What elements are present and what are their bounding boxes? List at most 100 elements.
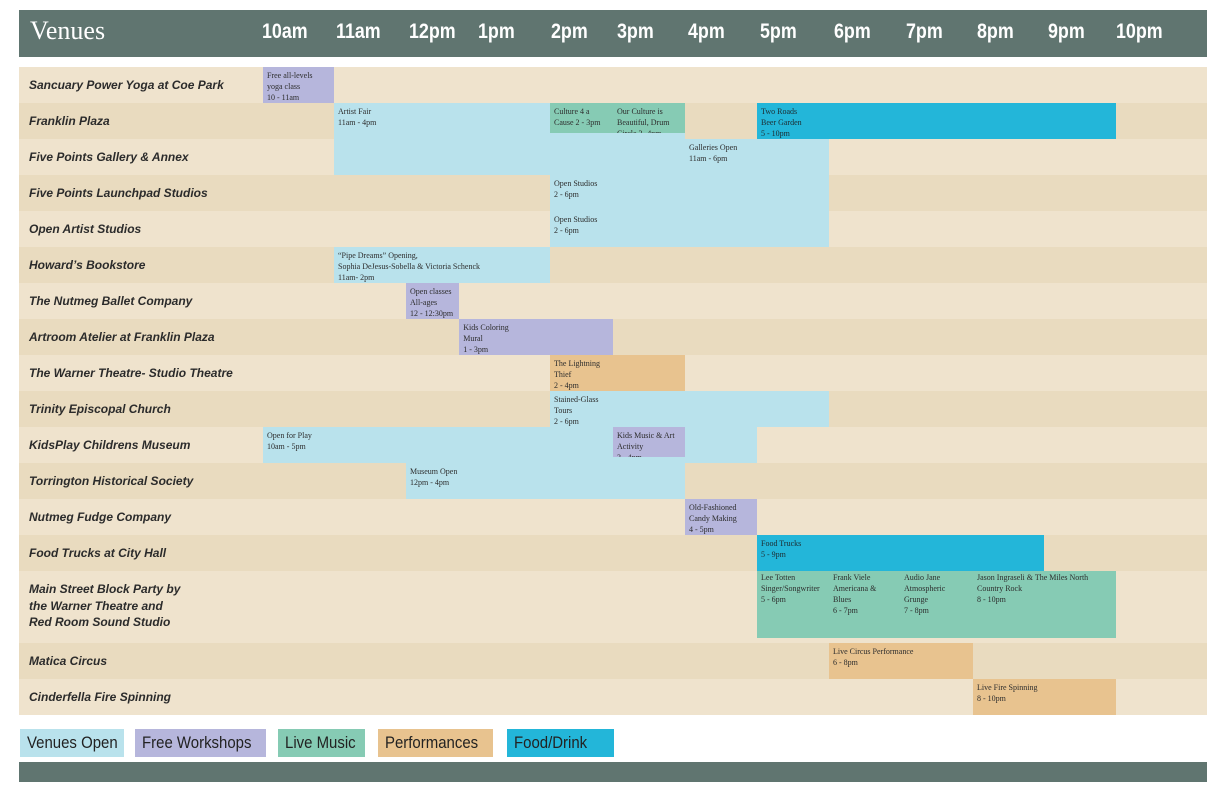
venue-name: The Warner Theatre- Studio Theatre [29, 365, 233, 382]
event-text: 12pm - 4pm [410, 478, 450, 487]
venue-row: The Lightning Thief 2 - 4pm The Warner Thea… [19, 355, 1207, 391]
venue-name-line: Trinity Episcopal Church [29, 402, 171, 416]
legend-label: Free Workshops [142, 733, 252, 752]
event-text: Our Culture is [617, 107, 663, 116]
venue-row: Lee Totten Singer/Songwriter 5 - 6pm Frank … [19, 571, 1207, 643]
venue-row: Food Trucks 5 - 9pm Food Trucks at City Ha… [19, 535, 1207, 571]
event-text: Jason Ingraseli & The Miles North [977, 573, 1089, 582]
event-text: Kids Music & Art [617, 431, 675, 440]
venue-name-line: Artroom Atelier at Franklin Plaza [29, 330, 215, 344]
event-live-music: Our Culture is Beautiful, DrumCircle 3- 4… [613, 103, 685, 133]
event-text: 11am - 6pm [689, 154, 728, 163]
event-text: Cause 2 - 3pm [554, 118, 601, 127]
venue-row: Old-Fashioned Candy Making 4 - 5pm Nutmeg F… [19, 499, 1207, 535]
event-text: 11am - 4pm [338, 118, 377, 127]
event-food-drink: Food Trucks 5 - 9pm [757, 535, 1044, 571]
time-label: 8pm [977, 20, 1014, 43]
event-text: 6 - 7pm [833, 606, 858, 615]
time-label: 12pm [409, 20, 456, 43]
event-text: 3 - 4pm [617, 452, 682, 457]
venue-row: Kids Coloring Mural 1 - 3pm Artroom Atelier… [19, 319, 1207, 355]
event-text: Atmospheric [904, 584, 946, 593]
event-venues-open: “Pipe Dreams” Opening, Sophia DeJesus-Sob… [334, 247, 550, 283]
legend-live-music: Live Music [278, 729, 365, 757]
event-text: yoga class [267, 82, 301, 91]
event-performances: Live Circus Performance 6 - 8pm [829, 643, 973, 679]
event-live-music: Jason Ingraseli & The Miles North Country… [973, 571, 1116, 638]
event-text: 5 - 10pm [761, 129, 790, 138]
venue-row: Free all-levels yoga class 10 - 11am Sancua… [19, 67, 1207, 103]
time-label: 2pm [551, 20, 588, 43]
event-text: Mural [463, 334, 483, 343]
venue-name: Nutmeg Fudge Company [29, 509, 171, 526]
event-text: 2 - 6pm [554, 190, 579, 199]
event-text: “Pipe Dreams” Opening, [338, 251, 418, 260]
event-text: Activity [617, 442, 644, 451]
event-text: Artist Fair [338, 107, 372, 116]
event-text: Americana & [833, 584, 877, 593]
event-text: Sophia DeJesus-Sobella & Victoria Schenc… [338, 262, 481, 271]
event-text: All-ages [410, 298, 438, 307]
event-text: 5 - 6pm [761, 595, 786, 604]
event-text: Old-Fashioned [689, 503, 737, 512]
venue-name-line: Sancuary Power Yoga at Coe Park [29, 78, 224, 92]
legend-label: Venues Open [27, 733, 118, 752]
venue-name: Torrington Historical Society [29, 473, 193, 490]
venue-name: Cinderfella Fire Spinning [29, 689, 171, 706]
event-text: 2 - 6pm [554, 417, 579, 426]
event-text: Circle 3- 4pm [617, 128, 682, 133]
event-text: Free all-levels [267, 71, 313, 80]
event-venues-open: Galleries Open 11am - 6pm [685, 139, 829, 175]
legend-free-workshops: Free Workshops [135, 729, 266, 757]
event-free-workshops: Free all-levels yoga class 10 - 11am [263, 67, 334, 103]
venue-name: The Nutmeg Ballet Company [29, 293, 192, 310]
venue-name-line: Five Points Launchpad Studios [29, 186, 208, 200]
event-text: Culture 4 a [554, 107, 590, 116]
venue-name-line: the Warner Theatre and [29, 598, 163, 613]
event-live-music: Culture 4 a Cause 2 - 3pm [550, 103, 613, 133]
venue-row: Open classes All-ages 12 - 12:30pm The Nutm… [19, 283, 1207, 319]
venue-name: Sancuary Power Yoga at Coe Park [29, 77, 224, 94]
event-text: Candy Making [689, 514, 737, 523]
event-text: 12 - 12:30pm [410, 309, 454, 318]
event-performances: Live Fire Spinning 8 - 10pm [973, 679, 1116, 715]
event-text: 6 - 8pm [833, 658, 858, 667]
event-free-workshops: Kids Coloring Mural 1 - 3pm [459, 319, 613, 355]
legend-performances: Performances [378, 729, 493, 757]
event-text: Galleries Open [689, 143, 738, 152]
legend-label: Performances [385, 733, 479, 752]
event-text: 8 - 10pm [977, 595, 1006, 604]
venue-name: Food Trucks at City Hall [29, 545, 166, 562]
venue-name: Artroom Atelier at Franklin Plaza [29, 329, 215, 346]
venue-name-line: Franklin Plaza [29, 114, 110, 128]
venue-row: Live Fire Spinning 8 - 10pm Cinderfella Fi… [19, 679, 1207, 715]
venue-row: Open Studios 2 - 6pm Five Points Launchpad… [19, 175, 1207, 211]
event-text: 4 - 5pm [689, 525, 714, 534]
venue-name-line: Nutmeg Fudge Company [29, 510, 172, 524]
event-text: Open Studios [554, 179, 598, 188]
venue-name-line: Food Trucks at City Hall [29, 546, 167, 560]
event-free-workshops: Kids Music & Art Activity3 - 4pm [613, 427, 685, 457]
event-free-workshops: Open classes All-ages 12 - 12:30pm [406, 283, 460, 319]
event-venues-open: Artist Fair 11am - 4pm [334, 103, 550, 139]
event-live-music: Frank Viele Americana & Blues 6 - 7pm [829, 571, 900, 638]
event-text: Audio Jane [904, 573, 941, 582]
event-text: 2 - 4pm [554, 381, 579, 390]
time-label: 10am [262, 20, 308, 43]
legend-label: Live Music [285, 733, 356, 752]
venue-name: Five Points Launchpad Studios [29, 185, 208, 202]
event-text: Stained-Glass [554, 395, 599, 404]
venue-row: “Pipe Dreams” Opening, Sophia DeJesus-Sob… [19, 247, 1207, 283]
venue-name: Open Artist Studios [29, 221, 141, 238]
venue-name: Matica Circus [29, 653, 107, 670]
legend-food-drink: Food/Drink [507, 729, 614, 757]
event-free-workshops: Old-Fashioned Candy Making 4 - 5pm [685, 499, 757, 535]
venue-name-line: Open Artist Studios [29, 222, 142, 236]
venue-row: Museum Open 12pm - 4pm Torrington Historic… [19, 463, 1207, 499]
venue-name-line: KidsPlay Childrens Museum [29, 438, 191, 452]
venue-row: Live Circus Performance 6 - 8pm Matica Cir… [19, 643, 1207, 679]
venue-name: Trinity Episcopal Church [29, 401, 171, 418]
venue-row: Artist Fair 11am - 4pm Culture 4 a Cause 2 … [19, 103, 1207, 139]
legend-label: Food/Drink [514, 733, 588, 752]
venue-name-line: Cinderfella Fire Spinning [29, 690, 172, 704]
